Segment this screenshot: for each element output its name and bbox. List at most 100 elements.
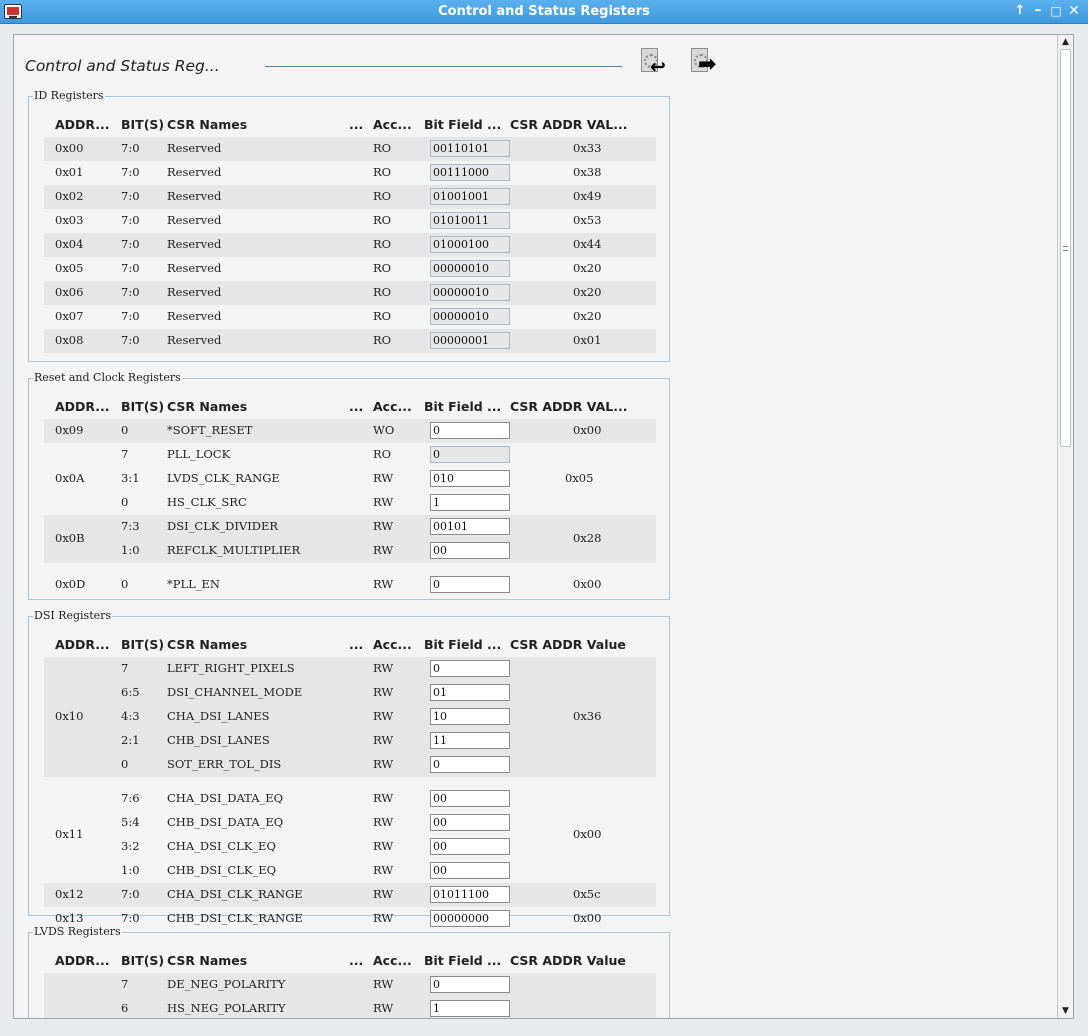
table-row[interactable]: 0x04 7:0 Reserved RO 01000100 0x44 xyxy=(29,233,669,257)
column-header-more[interactable]: ... xyxy=(349,953,363,971)
keep-above-icon[interactable]: ↑ xyxy=(1012,3,1028,19)
field-row[interactable]: 2:1 CHB_DSI_LANES RW 11 xyxy=(29,729,669,753)
scroll-down-icon[interactable]: ▼ xyxy=(1058,1004,1073,1018)
field-row[interactable]: 0 *SOFT_RESET WO 0 xyxy=(29,419,669,443)
column-header-bits[interactable]: BIT(S) xyxy=(121,637,164,655)
bit-field-input[interactable]: 1 xyxy=(430,494,510,511)
maximize-icon[interactable]: □ xyxy=(1048,3,1064,19)
field-row[interactable]: 7:6 CHA_DSI_DATA_EQ RW 00 xyxy=(29,787,669,811)
field-row[interactable]: 0 *PLL_EN RW 0 xyxy=(29,573,669,597)
bit-field-input[interactable]: 0 xyxy=(430,660,510,677)
field-row[interactable]: 4:3 CHA_DSI_LANES RW 10 xyxy=(29,705,669,729)
grip-icon xyxy=(1063,246,1068,251)
bits-cell: 1:0 xyxy=(121,543,140,557)
scrollbar-thumb[interactable] xyxy=(1060,49,1071,447)
field-row[interactable]: 1:0 REFCLK_MULTIPLIER RW 00 xyxy=(29,539,669,563)
csr-name-cell: SOT_ERR_TOL_DIS xyxy=(167,757,282,771)
table-row[interactable]: 0x05 7:0 Reserved RO 00000010 0x20 xyxy=(29,257,669,281)
access-cell: RW xyxy=(373,685,394,699)
bits-cell: 7:0 xyxy=(121,261,140,275)
bit-field-input[interactable]: 00 xyxy=(430,542,510,559)
column-header-addr-value[interactable]: CSR ADDR VAL... xyxy=(510,399,628,417)
column-header-name[interactable]: CSR Names xyxy=(167,637,247,655)
column-header-bits[interactable]: BIT(S) xyxy=(121,953,164,971)
field-row[interactable]: 6 HS_NEG_POLARITY RW 1 xyxy=(29,997,669,1018)
bit-field-input[interactable]: 0 xyxy=(430,422,510,439)
field-row[interactable]: 1:0 CHB_DSI_CLK_EQ RW 00 xyxy=(29,859,669,883)
column-header-addr-value[interactable]: CSR ADDR Value xyxy=(510,637,626,655)
column-header-name[interactable]: CSR Names xyxy=(167,117,247,135)
bit-field-input[interactable]: 010 xyxy=(430,470,510,487)
bit-field-input[interactable]: 0 xyxy=(430,976,510,993)
scroll-up-icon[interactable]: ▲ xyxy=(1058,35,1073,49)
column-header-addr[interactable]: ADDR... xyxy=(55,953,110,971)
addr-value-cell: 0x33 xyxy=(573,141,602,155)
access-cell: RW xyxy=(373,1001,394,1015)
column-header-access[interactable]: Acc... xyxy=(373,399,412,417)
csr-name-cell: REFCLK_MULTIPLIER xyxy=(167,543,301,557)
bit-field-input[interactable]: 0 xyxy=(430,576,510,593)
column-header-access[interactable]: Acc... xyxy=(373,953,412,971)
bit-field-input[interactable]: 11 xyxy=(430,732,510,749)
field-row[interactable]: 5:4 CHB_DSI_DATA_EQ RW 00 xyxy=(29,811,669,835)
field-row[interactable]: 0 SOT_ERR_TOL_DIS RW 0 xyxy=(29,753,669,777)
addr-cell: 0x00 xyxy=(55,141,84,155)
bit-field-input[interactable]: 00 xyxy=(430,814,510,831)
column-header-name[interactable]: CSR Names xyxy=(167,953,247,971)
column-header-bitfield[interactable]: Bit Field ... xyxy=(424,953,501,971)
field-row[interactable]: 7:0 CHA_DSI_CLK_RANGE RW 01011100 xyxy=(29,883,669,907)
field-row[interactable]: 7 DE_NEG_POLARITY RW 0 xyxy=(29,973,669,997)
bit-field-input[interactable]: 00 xyxy=(430,838,510,855)
close-icon[interactable]: ✕ xyxy=(1066,3,1082,19)
column-header-addr-value[interactable]: CSR ADDR Value xyxy=(510,953,626,971)
bit-field-input[interactable]: 00101 xyxy=(430,518,510,535)
field-row[interactable]: 3:2 CHA_DSI_CLK_EQ RW 00 xyxy=(29,835,669,859)
addr-cell: 0x07 xyxy=(55,309,84,323)
field-row[interactable]: 7:3 DSI_CLK_DIVIDER RW 00101 xyxy=(29,515,669,539)
field-row[interactable]: 6:5 DSI_CHANNEL_MODE RW 01 xyxy=(29,681,669,705)
column-header-more[interactable]: ... xyxy=(349,637,363,655)
write-registers-button[interactable]: ➡ xyxy=(689,47,719,77)
column-header-bits[interactable]: BIT(S) xyxy=(121,117,164,135)
column-header-bitfield[interactable]: Bit Field ... xyxy=(424,637,501,655)
table-row[interactable]: 0x03 7:0 Reserved RO 01010011 0x53 xyxy=(29,209,669,233)
window-title: Control and Status Registers xyxy=(438,4,650,19)
bit-field-input[interactable]: 00000000 xyxy=(430,910,510,927)
column-header-more[interactable]: ... xyxy=(349,117,363,135)
access-cell: RW xyxy=(373,911,394,925)
table-row[interactable]: 0x07 7:0 Reserved RO 00000010 0x20 xyxy=(29,305,669,329)
bit-field-input[interactable]: 01 xyxy=(430,684,510,701)
field-row[interactable]: 0 HS_CLK_SRC RW 1 xyxy=(29,491,669,515)
minimize-icon[interactable]: – xyxy=(1030,3,1046,19)
vertical-scrollbar[interactable]: ▲ ▼ xyxy=(1057,35,1073,1018)
column-header-bits[interactable]: BIT(S) xyxy=(121,399,164,417)
bit-field-input[interactable]: 00 xyxy=(430,790,510,807)
table-row[interactable]: 0x06 7:0 Reserved RO 00000010 0x20 xyxy=(29,281,669,305)
column-header-addr-value[interactable]: CSR ADDR VAL... xyxy=(510,117,628,135)
column-header-more[interactable]: ... xyxy=(349,399,363,417)
field-row[interactable]: 7:0 CHB_DSI_CLK_RANGE RW 00000000 xyxy=(29,907,669,931)
table-row[interactable]: 0x02 7:0 Reserved RO 01001001 0x49 xyxy=(29,185,669,209)
column-header-bitfield[interactable]: Bit Field ... xyxy=(424,117,501,135)
column-header-access[interactable]: Acc... xyxy=(373,637,412,655)
read-registers-button[interactable]: ↪ xyxy=(639,47,669,78)
field-row[interactable]: 3:1 LVDS_CLK_RANGE RW 010 xyxy=(29,467,669,491)
column-header-addr[interactable]: ADDR... xyxy=(55,637,110,655)
bit-field-input[interactable]: 1 xyxy=(430,1000,510,1017)
table-row[interactable]: 0x00 7:0 Reserved RO 00110101 0x33 xyxy=(29,137,669,161)
bit-field-input[interactable]: 00 xyxy=(430,862,510,879)
column-header-bitfield[interactable]: Bit Field ... xyxy=(424,399,501,417)
access-cell: RW xyxy=(373,977,394,991)
column-header-addr[interactable]: ADDR... xyxy=(55,117,110,135)
bit-field-input[interactable]: 0 xyxy=(430,756,510,773)
column-header-addr[interactable]: ADDR... xyxy=(55,399,110,417)
field-row[interactable]: 7 PLL_LOCK RO 0 xyxy=(29,443,669,467)
field-row[interactable]: 7 LEFT_RIGHT_PIXELS RW 0 xyxy=(29,657,669,681)
table-row[interactable]: 0x01 7:0 Reserved RO 00111000 0x38 xyxy=(29,161,669,185)
column-header-name[interactable]: CSR Names xyxy=(167,399,247,417)
bit-field-input[interactable]: 01011100 xyxy=(430,886,510,903)
access-cell: RO xyxy=(373,237,392,251)
bit-field-input[interactable]: 10 xyxy=(430,708,510,725)
column-header-access[interactable]: Acc... xyxy=(373,117,412,135)
table-row[interactable]: 0x08 7:0 Reserved RO 00000001 0x01 xyxy=(29,329,669,353)
